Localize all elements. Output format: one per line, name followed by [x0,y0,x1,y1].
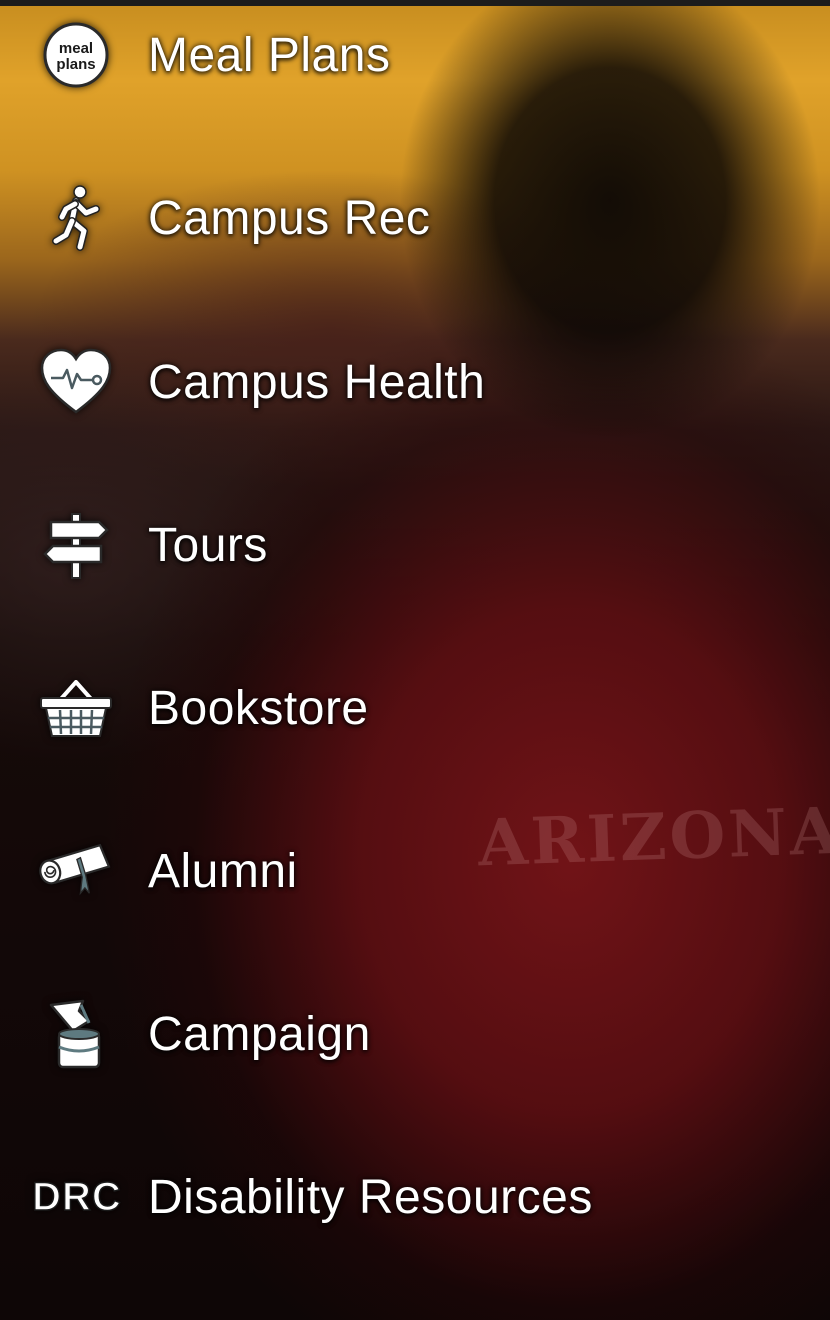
running-person-icon [36,178,116,258]
diploma-icon [36,831,116,911]
drc-icon: DRC [30,1157,124,1237]
menu-item-alumni[interactable]: Alumni [0,806,830,936]
menu-item-campus-rec[interactable]: Campus Rec [0,153,830,283]
menu-item-meal-plans[interactable]: meal plans Meal Plans [0,0,830,120]
meal-plans-icon: meal plans [36,15,116,95]
menu-item-label: Bookstore [148,681,369,735]
menu-item-label: Campus Health [148,355,486,409]
menu-item-label: Campaign [148,1007,371,1061]
menu-item-tours[interactable]: Tours [0,480,830,610]
svg-text:meal: meal [59,40,93,57]
paint-can-icon [36,994,116,1074]
signpost-icon [36,505,116,585]
app-screen: ARIZONA meal plans Meal Plans Campus Rec… [0,0,830,1320]
menu-item-label: Disability Resources [148,1170,593,1224]
menu-item-label: Meal Plans [148,28,391,82]
heart-pulse-icon [36,342,116,422]
menu-item-campus-health[interactable]: Campus Health [0,317,830,447]
menu-item-label: Tours [148,518,268,572]
menu-item-label: Alumni [148,844,298,898]
menu-item-label: Campus Rec [148,191,431,245]
svg-text:plans: plans [56,56,95,73]
menu-item-campaign[interactable]: Campaign [0,969,830,1099]
menu-item-disability-resources[interactable]: DRC Disability Resources [0,1132,830,1262]
basket-icon [36,668,116,748]
drc-icon-text: DRC [31,1174,122,1220]
menu-item-bookstore[interactable]: Bookstore [0,643,830,773]
